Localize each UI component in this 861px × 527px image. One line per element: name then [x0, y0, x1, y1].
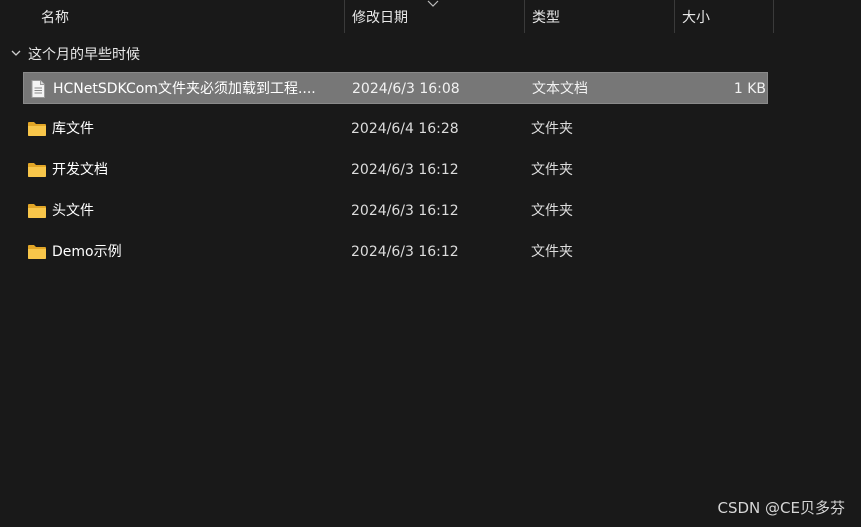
folder-row[interactable]: 库文件 2024/6/4 16:28 文件夹: [23, 113, 768, 145]
folder-row[interactable]: 头文件 2024/6/3 16:12 文件夹: [23, 195, 768, 227]
folder-icon: [28, 163, 46, 177]
folder-icon: [28, 122, 46, 136]
file-size: 1 KB: [733, 81, 766, 97]
file-size: [673, 236, 765, 268]
file-name: Demo示例: [52, 244, 122, 260]
group-header-label: 这个月的早些时候: [28, 47, 140, 63]
folder-row[interactable]: Demo示例 2024/6/3 16:12 文件夹: [23, 236, 768, 268]
column-header-bar: 名称 修改日期 类型 大小: [0, 0, 861, 33]
file-type: 文件夹: [531, 121, 573, 137]
file-date: 2024/6/3 16:12: [351, 203, 459, 219]
file-size: [673, 154, 765, 186]
file-date: 2024/6/3 16:08: [352, 81, 460, 97]
chevron-down-icon: [11, 50, 21, 56]
folder-row[interactable]: 开发文档 2024/6/3 16:12 文件夹: [23, 154, 768, 186]
file-name: HCNetSDKCom文件夹必须加载到工程....: [53, 81, 316, 97]
group-header[interactable]: 这个月的早些时候: [10, 43, 140, 67]
file-type: 文本文档: [532, 81, 588, 97]
column-header-date[interactable]: 修改日期: [344, 0, 524, 33]
file-row[interactable]: HCNetSDKCom文件夹必须加载到工程.... 2024/6/3 16:08…: [23, 72, 768, 104]
file-type: 文件夹: [531, 162, 573, 178]
file-date: 2024/6/3 16:12: [351, 244, 459, 260]
folder-icon: [28, 245, 46, 259]
folder-icon: [28, 204, 46, 218]
file-date: 2024/6/3 16:12: [351, 162, 459, 178]
file-type: 文件夹: [531, 244, 573, 260]
file-date: 2024/6/4 16:28: [351, 121, 459, 137]
file-type: 文件夹: [531, 203, 573, 219]
column-header-size[interactable]: 大小: [674, 0, 774, 33]
file-explorer-details-view: 名称 修改日期 类型 大小 这个月的早些时候 HCNetSDKCom文件夹必须加…: [0, 0, 861, 527]
column-header-name[interactable]: 名称: [34, 0, 344, 33]
file-name: 头文件: [52, 203, 94, 219]
file-name: 库文件: [52, 121, 94, 137]
watermark-text: CSDN @CE贝多芬: [717, 499, 846, 517]
file-size: [673, 195, 765, 227]
text-document-icon: [31, 80, 45, 98]
file-name: 开发文档: [52, 162, 108, 178]
file-size: [673, 113, 765, 145]
column-header-type[interactable]: 类型: [524, 0, 674, 33]
